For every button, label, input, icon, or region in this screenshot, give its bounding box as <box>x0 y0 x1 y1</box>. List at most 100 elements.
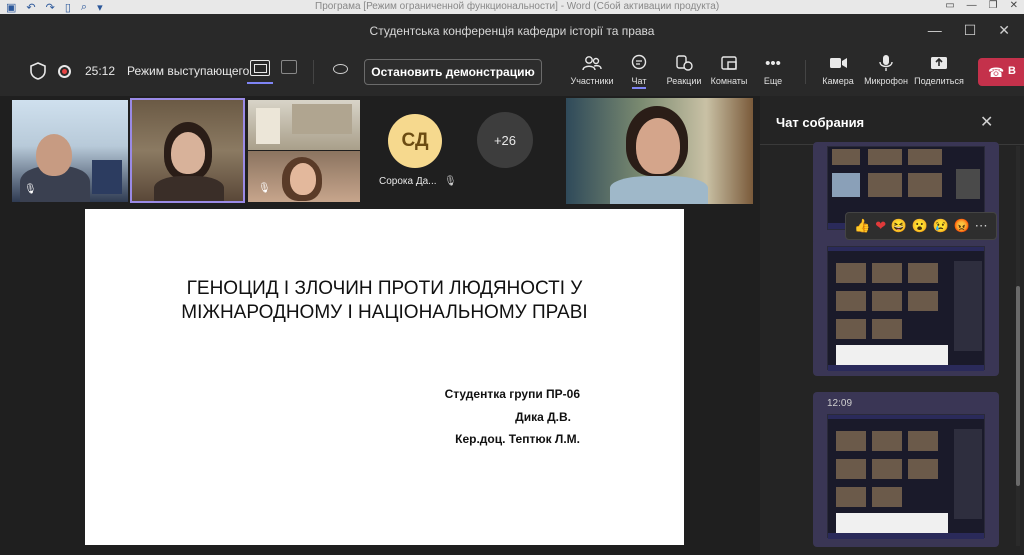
redo-icon[interactable]: ↷ <box>46 1 55 14</box>
shared-screenshot-image[interactable] <box>827 414 985 539</box>
message-reaction-bar: 👍 ❤ 😆 😮 😢 😡 ⋯ <box>845 212 997 240</box>
microphone-button[interactable]: Микрофон <box>858 54 914 86</box>
participant-video[interactable]: 🎙 <box>248 151 360 202</box>
background-object <box>256 108 280 144</box>
active-speaker-video[interactable] <box>130 98 245 203</box>
leave-button[interactable]: ☎ В <box>978 58 1024 86</box>
participants-icon <box>582 54 602 72</box>
heart-reaction-icon[interactable]: ❤ <box>875 218 886 234</box>
thumbnail-tile <box>956 169 980 199</box>
more-icon: ••• <box>765 54 781 72</box>
toolbar-divider <box>805 60 806 84</box>
thumbnail-tile <box>868 149 902 165</box>
more-participants-button[interactable]: +26 <box>477 112 533 168</box>
ribbon-options-icon[interactable]: ▭ <box>945 0 954 11</box>
thumbnail-slide <box>836 345 948 365</box>
like-reaction-icon[interactable]: 👍 <box>854 218 870 234</box>
presenter-mode-icon[interactable] <box>250 60 270 76</box>
layout-icon[interactable] <box>281 60 297 74</box>
restore-icon[interactable]: ❐ <box>989 0 998 11</box>
thumbnail-tile <box>872 431 902 451</box>
thumbnail-tile <box>908 291 938 311</box>
surprised-reaction-icon[interactable]: 😮 <box>912 218 928 234</box>
leave-label: В <box>1008 65 1016 77</box>
thumbnail-tile <box>872 263 902 283</box>
camera-icon <box>828 54 848 72</box>
message-timestamp: 12:09 <box>827 398 853 409</box>
participant-video[interactable] <box>248 100 360 150</box>
participant-face <box>636 118 680 174</box>
toolbar-divider <box>313 60 314 84</box>
eye-icon[interactable] <box>333 64 348 74</box>
word-window-controls: ▭ — ❐ ✕ <box>945 0 1018 11</box>
chat-scrollbar-thumb[interactable] <box>1016 286 1020 486</box>
stop-presenting-button[interactable]: Остановить демонстрацию <box>364 59 542 85</box>
new-document-icon[interactable]: ▯ <box>65 1 71 14</box>
participants-label: Участники <box>570 76 614 86</box>
thumbnail-taskbar <box>828 533 984 539</box>
print-preview-icon[interactable]: ⌕ <box>81 1 87 14</box>
thumbnail-tile <box>872 291 902 311</box>
slide-author-group: Студентка групи ПР-06 <box>444 387 580 401</box>
presenter-mode-label: Режим выступающего <box>127 64 250 78</box>
participant-face <box>36 134 72 176</box>
more-reactions-icon[interactable]: ⋯ <box>975 218 988 234</box>
close-icon[interactable]: ✕ <box>980 112 993 132</box>
camera-label: Камера <box>822 76 854 86</box>
maximize-icon[interactable]: ☐ <box>964 22 977 39</box>
microphone-label: Микрофон <box>864 76 908 86</box>
laugh-reaction-icon[interactable]: 😆 <box>891 218 907 234</box>
thumbnail-tile <box>836 459 866 479</box>
meeting-title-bar: Студентська конференція кафедри історії … <box>0 14 1024 48</box>
customize-arrow-icon[interactable]: ▾ <box>97 1 103 14</box>
meeting-toolbar: 25:12 Режим выступающего Остановить демо… <box>0 48 1024 96</box>
participant-face <box>290 163 316 195</box>
more-label: Еще <box>763 76 783 86</box>
thumbnail-tile <box>836 263 866 283</box>
minimize-icon[interactable]: — <box>967 0 977 11</box>
thumbnail-tile <box>908 459 938 479</box>
save-icon[interactable]: ▣ <box>6 1 16 14</box>
mic-off-icon: 🎙 <box>444 176 457 187</box>
thumbnail-tile <box>908 173 942 197</box>
minimize-icon[interactable]: — <box>928 22 942 39</box>
word-quick-access-bar: ▣ ↶ ↷ ▯ ⌕ ▾ Програма [Режим ограниченной… <box>0 0 1024 14</box>
chat-scrollbar[interactable] <box>1016 146 1020 546</box>
share-button[interactable]: Поделиться <box>911 54 967 86</box>
presenter-mode-underline <box>247 82 273 84</box>
chat-message[interactable]: 12:09 <box>813 392 999 547</box>
mic-off-icon: 🎙 <box>24 184 37 195</box>
participant-name: Сорока Да... <box>379 176 437 187</box>
thumbnail-chat-panel <box>954 429 982 519</box>
close-icon[interactable]: ✕ <box>1010 0 1018 11</box>
rooms-label: Комнаты <box>710 76 748 86</box>
sad-reaction-icon[interactable]: 😢 <box>933 218 949 234</box>
thumbnail-tile <box>868 173 902 197</box>
thumbnail-tile <box>836 291 866 311</box>
thumbnail-chat-panel <box>954 261 982 351</box>
shared-screenshot-image[interactable] <box>827 246 985 371</box>
thumbnail-tile <box>908 149 942 165</box>
slide-title-line: ГЕНОЦИД І ЗЛОЧИН ПРОТИ ЛЮДЯНОСТІ У <box>186 278 583 299</box>
mic-off-icon: 🎙 <box>258 183 271 194</box>
background-object <box>92 160 122 194</box>
chat-label: Чат <box>631 76 647 89</box>
recording-icon <box>58 65 71 78</box>
participant-video[interactable]: 🎙 <box>12 100 128 202</box>
more-button[interactable]: ••• Еще <box>745 54 801 87</box>
undo-icon[interactable]: ↶ <box>26 1 35 14</box>
participant-video[interactable] <box>566 98 753 204</box>
meeting-stage: 🎙 🎙 СД Сорока Да... 🎙 +26 ГЕНОЦИД І ЗЛОЧ… <box>0 96 758 555</box>
thumbnail-tile <box>872 487 902 507</box>
meeting-chat-panel: Чат собрания ✕ 12:09 <box>760 96 1024 555</box>
chat-message[interactable] <box>813 239 999 376</box>
shared-slide: ГЕНОЦИД І ЗЛОЧИН ПРОТИ ЛЮДЯНОСТІ У МІЖНА… <box>85 209 684 545</box>
thumbnail-taskbar <box>828 365 984 371</box>
participant-face <box>171 132 205 174</box>
thumbnail-tile <box>836 319 866 339</box>
slide-supervisor: Кер.доц. Тептюк Л.М. <box>455 432 580 446</box>
angry-reaction-icon[interactable]: 😡 <box>954 218 970 234</box>
close-icon[interactable]: ✕ <box>998 22 1010 39</box>
microphone-icon <box>876 54 896 72</box>
avatar[interactable]: СД <box>388 114 442 168</box>
